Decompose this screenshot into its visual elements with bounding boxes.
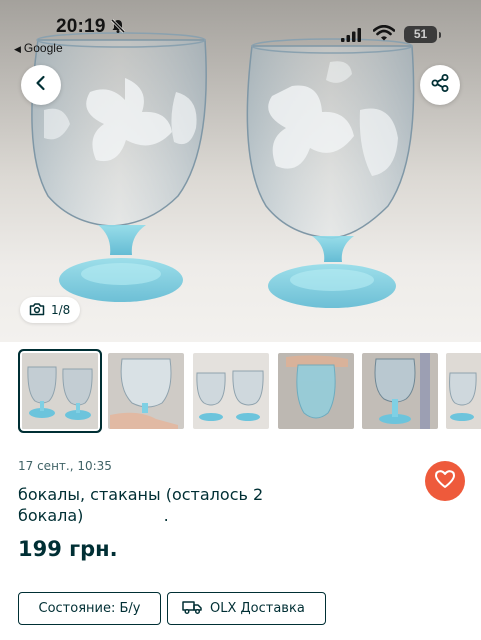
thumbnail-2[interactable] (108, 353, 184, 429)
condition-chip[interactable]: Состояние: Б/у (18, 592, 161, 625)
ad-title-text: бокалы, стаканы (осталось 2 бокала) (18, 485, 264, 525)
back-arrow-icon (32, 74, 50, 96)
condition-label: Состояние: Б/у (38, 601, 141, 616)
share-button[interactable] (420, 65, 460, 105)
heart-icon (434, 469, 456, 493)
ad-date: 17 сент., 10:35 (18, 459, 112, 473)
bell-off-icon (110, 18, 126, 38)
thumbnail-strip[interactable] (0, 343, 481, 439)
thumbnail-5[interactable] (362, 353, 438, 429)
signal-icon (341, 27, 361, 46)
thumbnail-1[interactable] (22, 353, 98, 429)
delivery-label: OLX Доставка (210, 601, 305, 616)
back-button[interactable] (21, 65, 61, 105)
back-triangle-icon: ◀ (14, 44, 21, 54)
status-time: 20:19 (56, 16, 106, 37)
ad-title: бокалы, стаканы (осталось 2 бокала) . (18, 484, 318, 526)
ad-price: 199 грн. (18, 537, 118, 561)
status-bar: 20:19 ◀ Google 51 (0, 0, 481, 58)
share-icon (430, 73, 450, 97)
ad-title-suffix: . (163, 506, 169, 525)
thumbnail-3[interactable] (193, 353, 269, 429)
thumbnail-4[interactable] (278, 353, 354, 429)
photo-counter-label: 1/8 (51, 303, 71, 317)
olx-delivery-chip[interactable]: OLX Доставка (167, 592, 326, 625)
main-photo[interactable]: 20:19 ◀ Google 51 1/8 (0, 0, 481, 342)
thumbnail-6[interactable] (446, 353, 481, 429)
truck-icon (182, 600, 202, 618)
back-to-app-link[interactable]: ◀ Google (14, 41, 63, 55)
camera-icon (29, 302, 45, 319)
back-app-label: Google (23, 41, 63, 55)
wifi-icon (372, 24, 396, 45)
battery-icon: 51 (404, 26, 441, 43)
favorite-button[interactable] (425, 461, 465, 501)
photo-counter: 1/8 (20, 297, 81, 323)
